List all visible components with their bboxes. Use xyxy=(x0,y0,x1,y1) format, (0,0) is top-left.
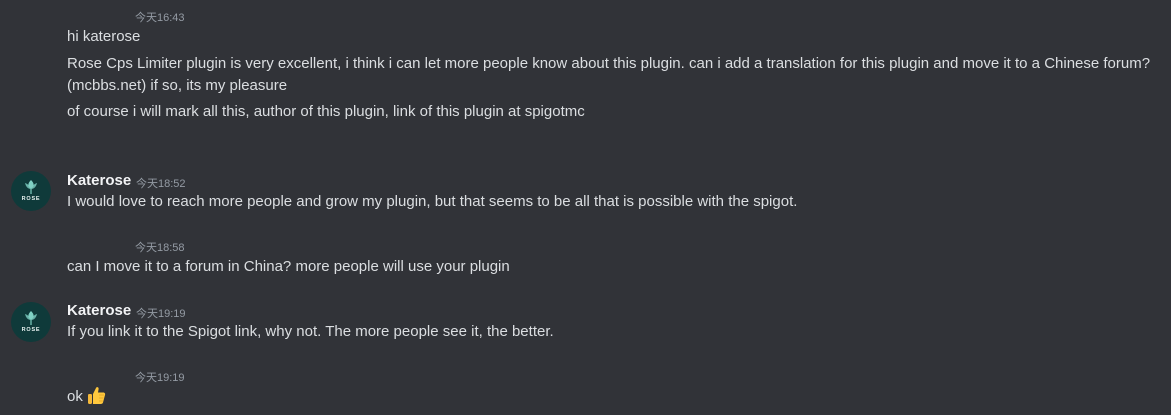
message-row: ok xyxy=(67,386,107,408)
avatar[interactable]: ROSE xyxy=(11,171,51,211)
message-text: hi katerose xyxy=(67,28,141,45)
avatar-label: ROSE xyxy=(22,327,41,333)
message-text: of course i will mark all this, author o… xyxy=(67,103,585,120)
message-timestamp: 今天19:19 xyxy=(136,308,186,320)
thumbs-up-icon[interactable] xyxy=(85,384,107,406)
avatar[interactable]: ROSE xyxy=(11,302,51,342)
rose-logo-icon xyxy=(25,180,37,194)
rose-logo-icon xyxy=(25,311,37,325)
message-timestamp: 今天19:19 xyxy=(135,372,185,384)
message-text: (mcbbs.net) if so, its my pleasure xyxy=(67,77,288,94)
avatar-label: ROSE xyxy=(22,196,41,202)
message-text: Rose Cps Limiter plugin is very excellen… xyxy=(67,55,1151,72)
chat-message-list: 今天16:43 hi katerose Rose Cps Limiter plu… xyxy=(0,0,1171,415)
message-text: ok xyxy=(67,388,83,405)
message-text: If you link it to the Spigot link, why n… xyxy=(67,323,554,340)
message-author[interactable]: Katerose xyxy=(67,302,131,319)
message-timestamp: 今天16:43 xyxy=(135,12,185,24)
message-text: can I move it to a forum in China? more … xyxy=(67,258,510,275)
message-timestamp: 今天18:52 xyxy=(136,178,186,190)
message-author[interactable]: Katerose xyxy=(67,172,131,189)
message-timestamp: 今天18:58 xyxy=(135,242,185,254)
message-text: I would love to reach more people and gr… xyxy=(67,193,798,210)
